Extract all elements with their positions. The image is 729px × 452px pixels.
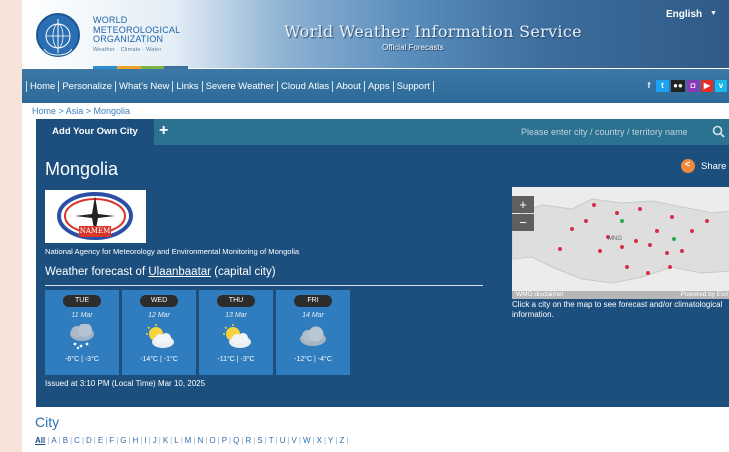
youtube-icon[interactable]: ▶ [701, 80, 713, 92]
day-name: TUE [63, 295, 101, 307]
page-title: Mongolia [45, 159, 119, 179]
letter-filter-all[interactable]: All [35, 436, 45, 445]
browser-page: WORLD METEOROLOGICAL ORGANIZATION Weathe… [22, 0, 729, 452]
agency-name: National Agency for Meteorology and Envi… [45, 247, 300, 256]
day-name: THU [217, 295, 255, 307]
tab-bar: Add Your Own City + [36, 119, 729, 145]
forecast-days: TUE 11 Mar -6°C | -3°C WED 12 Mar -14°C … [45, 290, 350, 375]
search-input[interactable] [521, 123, 709, 141]
cloud-snow-icon [70, 324, 94, 350]
day-name: WED [140, 295, 178, 307]
city-search [515, 119, 729, 145]
site-header: WORLD METEOROLOGICAL ORGANIZATION Weathe… [22, 0, 729, 69]
vimeo-icon[interactable]: v [715, 80, 727, 92]
main-content: Add Your Own City + Mongolia Share N [36, 119, 729, 407]
forecast-day-card[interactable]: THU 13 Mar -11°C | -3°C [199, 290, 273, 375]
map-country-label: MNG [608, 236, 622, 242]
alphabet-filter: All | A | B | C | D | E | F | G | H | I | J | K | L | M | N | O | P | Q | R |… [35, 436, 350, 445]
nav-personalize[interactable]: Personalize [59, 80, 116, 92]
agency-logo: NAMEM [45, 190, 146, 243]
letter-filter-a[interactable]: A [51, 436, 56, 445]
letter-filter-d[interactable]: D [86, 436, 92, 445]
main-nav: Home Personalize What's New Links Severe… [22, 69, 729, 103]
forecast-day-card[interactable]: TUE 11 Mar -6°C | -3°C [45, 290, 119, 375]
letter-filter-s[interactable]: S [257, 436, 262, 445]
letter-filter-o[interactable]: O [209, 436, 215, 445]
day-temperature: -12°C | -4°C [294, 356, 332, 363]
share-icon [681, 159, 695, 173]
mongolia-map[interactable] [512, 187, 729, 299]
letter-filter-w[interactable]: W [303, 436, 311, 445]
partly-cloudy-icon [146, 324, 174, 348]
flickr-icon[interactable]: ●● [671, 80, 685, 92]
capital-city-link[interactable]: Ulaanbaatar [148, 266, 211, 278]
zoom-out-button[interactable]: − [512, 214, 534, 231]
map-footer: WMO disclaimer Powered by Esri [512, 291, 729, 299]
city-map[interactable]: + − MNG [512, 187, 729, 299]
day-temperature: -11°C | -3°C [217, 356, 255, 363]
nav-whats-new[interactable]: What's New [116, 80, 174, 92]
service-subtitle: Official Forecasts [382, 43, 444, 52]
day-name: FRI [294, 295, 332, 307]
day-date: 14 Mar [302, 312, 324, 319]
map-credit: Powered by Esri [680, 291, 728, 298]
wmo-logo[interactable] [36, 13, 80, 57]
logo-text: NAMEM [79, 227, 111, 235]
city-section-title: City [35, 414, 60, 430]
day-temperature: -6°C | -3°C [65, 356, 99, 363]
divider [45, 285, 483, 286]
share-label: Share [701, 160, 727, 172]
nav-apps[interactable]: Apps [365, 80, 394, 92]
nav-links[interactable]: Links [173, 80, 203, 92]
nav-severe-weather[interactable]: Severe Weather [203, 80, 279, 92]
tab-add-your-own-city[interactable]: Add Your Own City [36, 119, 154, 145]
day-date: 13 Mar [225, 312, 247, 319]
issued-time: Issued at 3:10 PM (Local Time) Mar 10, 2… [45, 379, 206, 388]
org-line3: ORGANIZATION [93, 34, 164, 44]
share-button[interactable]: Share [681, 159, 726, 173]
nav-about[interactable]: About [333, 80, 365, 92]
search-icon[interactable] [712, 125, 725, 138]
separator: | [346, 436, 349, 445]
letter-filter-t[interactable]: T [269, 436, 274, 445]
facebook-icon[interactable]: f [644, 80, 654, 92]
language-selector[interactable]: English [666, 9, 702, 20]
forecast-heading-suffix: (capital city) [211, 266, 276, 278]
forecast-day-card[interactable]: FRI 14 Mar -12°C | -4°C [276, 290, 350, 375]
letter-filter-g[interactable]: G [120, 436, 126, 445]
day-date: 11 Mar [71, 312, 93, 319]
day-date: 12 Mar [148, 312, 170, 319]
cloudy-icon [300, 326, 326, 346]
twitter-icon[interactable]: t [656, 80, 669, 92]
breadcrumb[interactable]: Home > Asia > Mongolia [32, 106, 130, 116]
day-temperature: -14°C | -1°C [140, 356, 178, 363]
partly-cloudy-icon [223, 324, 251, 348]
forecast-day-card[interactable]: WED 12 Mar -14°C | -1°C [122, 290, 196, 375]
add-tab-button[interactable]: + [159, 122, 168, 140]
forecast-heading: Weather forecast of Ulaanbaatar (capital… [45, 266, 276, 278]
map-hint: Click a city on the map to see forecast … [512, 300, 723, 319]
zoom-in-button[interactable]: + [512, 196, 534, 213]
forecast-heading-prefix: Weather forecast of [45, 266, 149, 278]
org-tagline: Weather · Climate · Water [93, 46, 162, 53]
chevron-down-icon[interactable]: ▼ [710, 10, 717, 17]
nav-support[interactable]: Support [394, 80, 434, 92]
service-title: World Weather Information Service [284, 22, 582, 41]
social-links: f t ●● ◘ ▶ v [644, 80, 727, 92]
nav-cloud-atlas[interactable]: Cloud Atlas [278, 80, 334, 92]
map-disclaimer-link[interactable]: WMO disclaimer [516, 291, 564, 299]
instagram-icon[interactable]: ◘ [687, 80, 699, 92]
org-name: WORLD METEOROLOGICAL ORGANIZATION Weathe… [93, 15, 180, 54]
wmo-emblem-icon [43, 19, 73, 56]
nav-home[interactable]: Home [26, 80, 60, 92]
